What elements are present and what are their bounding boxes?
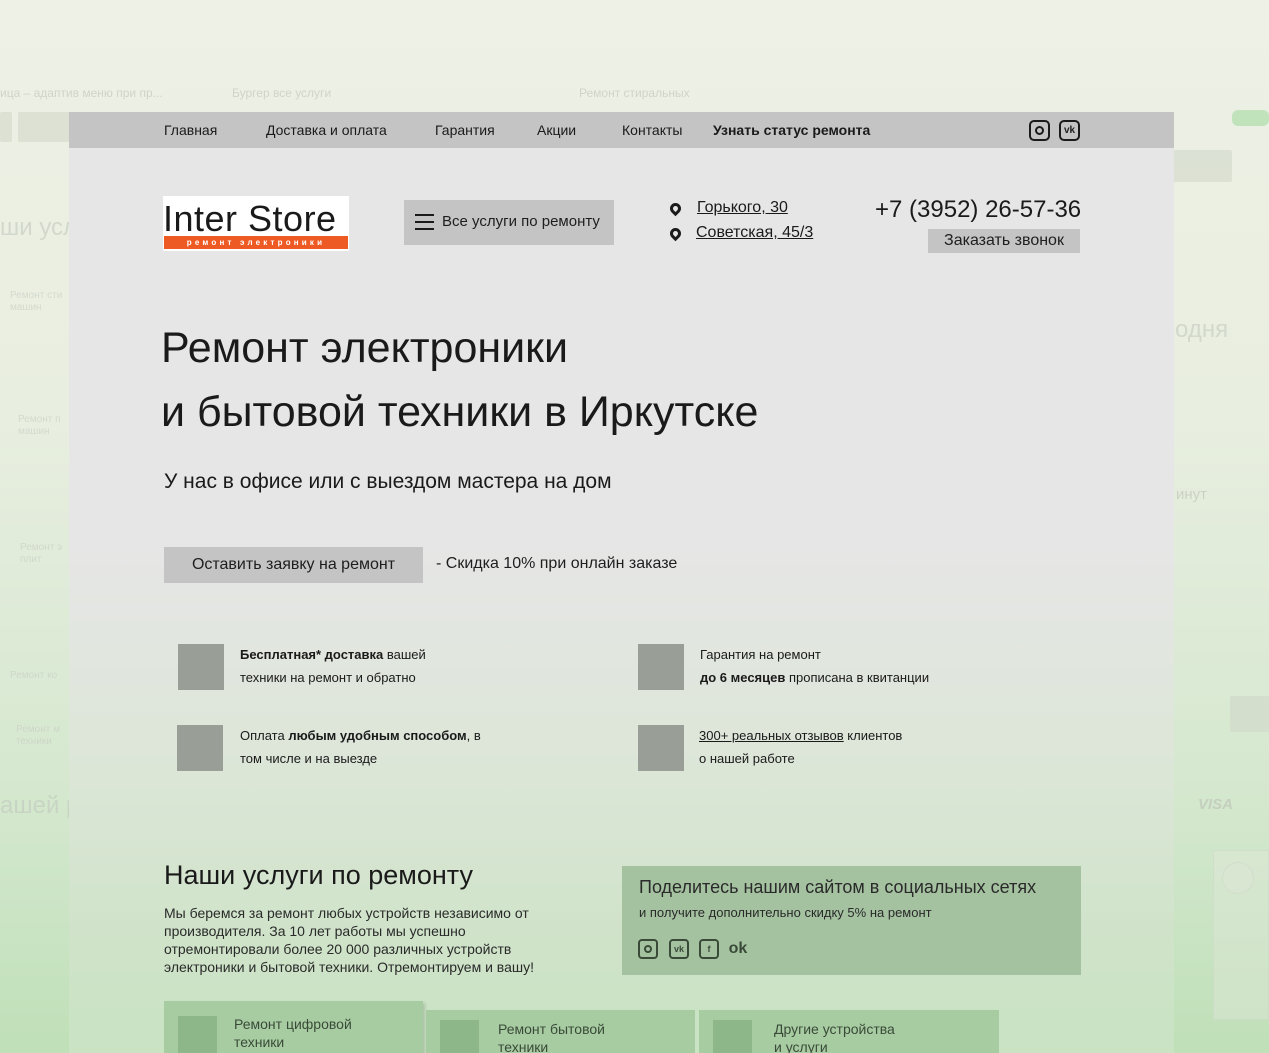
delivery-feature-icon <box>178 644 224 690</box>
bg-text: Ремонт м техники <box>16 724 60 747</box>
logo-name: Inter Store <box>163 198 337 239</box>
feature-reviews-rest: клиентов <box>843 728 903 743</box>
feature-payment: Оплата любым удобным способом, в том чис… <box>240 724 481 770</box>
request-callback-button[interactable]: Заказать звонок <box>928 229 1080 253</box>
logo[interactable]: Inter Store ремонт электроники <box>163 196 349 251</box>
other-services-icon <box>713 1020 752 1053</box>
logo-tagline: ремонт электроники <box>164 236 348 249</box>
instagram-icon[interactable] <box>1029 120 1050 141</box>
reviews-link[interactable]: 300+ реальных отзывов <box>699 728 844 743</box>
household-repair-icon <box>440 1020 479 1053</box>
hero-subtitle: У нас в офисе или с выездом мастера на д… <box>164 470 612 493</box>
services-section-title: Наши услуги по ремонту <box>164 860 473 890</box>
nav-item-home[interactable]: Главная <box>164 122 217 138</box>
location-pin-icon <box>667 225 684 242</box>
instagram-icon[interactable] <box>638 939 658 959</box>
location-pin-icon <box>667 200 684 217</box>
bg-text: Ремонт п машин <box>18 414 61 437</box>
share-subtitle: и получите дополнительно скидку 5% на ре… <box>639 905 932 920</box>
odnoklassniki-icon[interactable]: ok <box>728 939 748 959</box>
hero-title-line2: и бытовой техники в Иркутске <box>161 388 759 436</box>
services-section-description: Мы беремся за ремонт любых устройств нез… <box>164 905 534 975</box>
payment-feature-icon <box>177 725 223 771</box>
top-nav: Главная Доставка и оплата Гарантия Акции… <box>69 112 1174 148</box>
all-services-button[interactable]: Все услуги по ремонту <box>404 200 614 245</box>
service-card-label: Ремонт цифровой техники <box>234 1015 352 1051</box>
bg-box <box>1222 862 1254 894</box>
hero-title: Ремонт электроники и бытовой техники в И… <box>161 316 758 444</box>
bg-text: Ремонт э плит <box>20 542 63 565</box>
vk-icon[interactable]: vk <box>669 939 689 959</box>
burger-menu-icon <box>415 214 434 230</box>
discount-note: - Скидка 10% при онлайн заказе <box>436 555 678 572</box>
nav-item-warranty[interactable]: Гарантия <box>435 122 495 138</box>
service-card-label: Другие устройства и услуги <box>774 1020 895 1053</box>
feature-payment-bold: любым удобным способом <box>288 728 467 743</box>
feature-payment-line2: том числе и на выезде <box>240 751 378 766</box>
digital-repair-icon <box>178 1016 217 1053</box>
nav-item-repair-status[interactable]: Узнать статус ремонта <box>713 122 870 138</box>
feature-reviews-line2: о нашей работе <box>699 751 795 766</box>
address-link-sovetskaya[interactable]: Советская, 45/3 <box>696 224 813 242</box>
bg-box <box>1213 850 1269 1020</box>
feature-warranty-pre: Гарантия на ремонт <box>700 647 821 662</box>
order-repair-button[interactable]: Оставить заявку на ремонт <box>164 547 423 583</box>
nav-item-contacts[interactable]: Контакты <box>622 122 682 138</box>
service-card-line2: техники <box>234 1034 285 1050</box>
feature-delivery-rest: вашей <box>383 647 426 662</box>
bg-button <box>1230 696 1269 732</box>
hero-title-line1: Ремонт электроники <box>161 324 568 372</box>
site-frame: Главная Доставка и оплата Гарантия Акции… <box>69 112 1174 1053</box>
service-card-line1: Ремонт цифровой <box>234 1016 352 1032</box>
bg-button <box>1172 150 1232 182</box>
bg-label: VISA <box>1198 796 1234 813</box>
service-card-line1: Ремонт бытовой <box>498 1021 605 1037</box>
bg-label: ица – адаптив меню при пр... <box>0 86 163 100</box>
nav-item-delivery[interactable]: Доставка и оплата <box>266 122 387 138</box>
feature-delivery: Бесплатная* доставка вашей техники на ре… <box>240 643 426 689</box>
share-title: Поделитесь нашим сайтом в социальных сет… <box>639 877 1037 897</box>
service-card-digital[interactable]: Ремонт цифровой техники <box>164 1001 423 1053</box>
bg-text: Ремонт ко <box>10 670 58 681</box>
bg-button <box>0 112 12 142</box>
feature-delivery-line2: техники на ремонт и обратно <box>240 670 416 685</box>
bg-heading: ашей р <box>0 792 80 819</box>
phone-number[interactable]: +7 (3952) 26-57-36 <box>875 196 1081 224</box>
reviews-feature-icon <box>638 725 684 771</box>
bg-label: Бургер все услуги <box>232 86 332 100</box>
vk-icon[interactable]: vk <box>1059 120 1080 141</box>
share-panel: Поделитесь нашим сайтом в социальных сет… <box>622 866 1081 975</box>
service-card-line2: и услуги <box>774 1039 828 1053</box>
feature-delivery-bold: Бесплатная* доставка <box>240 647 384 662</box>
bg-heading: одня <box>1175 316 1229 343</box>
service-card-line1: Другие устройства <box>774 1021 895 1037</box>
service-card-other[interactable]: Другие устройства и услуги <box>699 1010 999 1053</box>
bg-text: Ремонт сти машин <box>10 290 63 313</box>
all-services-label: Все услуги по ремонту <box>442 213 600 230</box>
address-link-gorkogo[interactable]: Горького, 30 <box>697 199 788 217</box>
warranty-feature-icon <box>638 644 684 690</box>
feature-payment-rest: , в <box>466 728 481 743</box>
bg-label: Ремонт стиральных <box>579 86 690 100</box>
facebook-icon[interactable]: f <box>699 939 719 959</box>
service-card-line2: техники <box>498 1039 549 1053</box>
feature-reviews: 300+ реальных отзывов клиентов о нашей р… <box>699 724 902 770</box>
bg-button <box>18 112 70 142</box>
service-card-label: Ремонт бытовой техники <box>498 1020 605 1053</box>
feature-warranty-rest: прописана в квитанции <box>785 670 930 685</box>
bg-whatsapp-pill <box>1232 110 1269 126</box>
feature-warranty: Гарантия на ремонт до 6 месяцев прописан… <box>700 643 929 689</box>
nav-item-promos[interactable]: Акции <box>537 122 576 138</box>
bg-label: инут <box>1176 486 1208 503</box>
feature-payment-pre: Оплата <box>240 728 289 743</box>
feature-warranty-bold: до 6 месяцев <box>700 670 786 685</box>
service-card-household[interactable]: Ремонт бытовой техники <box>426 1010 695 1053</box>
